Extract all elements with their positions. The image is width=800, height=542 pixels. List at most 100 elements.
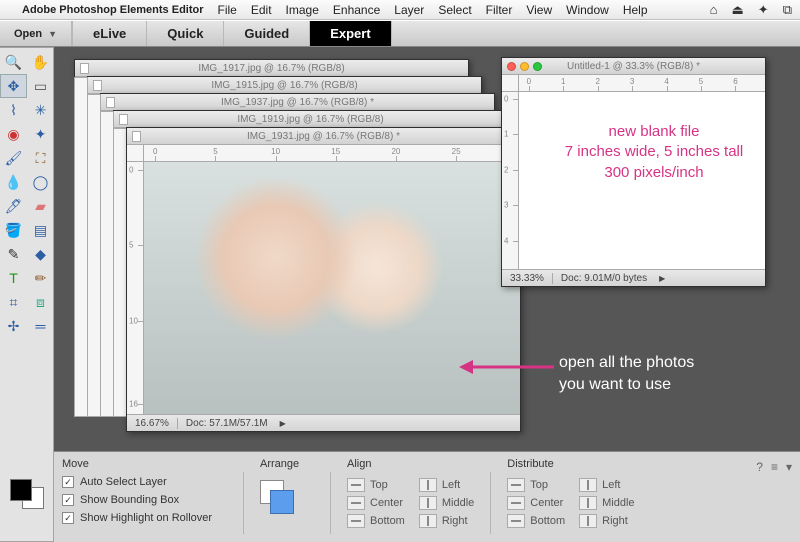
gradient-tool[interactable]: ▤ [27,218,54,242]
sys-icon-1[interactable]: ⏏ [732,2,744,18]
document-title: IMG_1931.jpg @ 16.7% (RGB/8) * [247,131,400,142]
zoom-value[interactable]: 33.33% [502,273,553,284]
canvas-area: IMG_1917.jpg @ 16.7% (RGB/8) IMG_1915.jp… [54,47,800,451]
arrange-button[interactable] [260,480,294,514]
ruler-corner [502,75,519,92]
align-bottom-button[interactable]: Bottom [347,514,405,528]
document-window[interactable]: IMG_1919.jpg @ 16.7% (RGB/8) [113,110,508,128]
close-icon[interactable] [507,62,516,71]
menu-image[interactable]: Image [286,3,319,17]
zoom-icon[interactable] [533,62,542,71]
document-title: Untitled-1 @ 33.3% (RGB/8) * [567,61,700,72]
foreground-color-swatch[interactable] [10,479,32,501]
redeye-tool[interactable]: ◉ [0,122,27,146]
menu-help[interactable]: Help [623,3,648,17]
align-middle-button[interactable]: Middle [419,496,474,510]
toolbox: 🔍 ✋ ✥ ▭ ⌇ ✳ ◉ ✦ 🖌 ⛶ 💧 ◯ 🖊 ▰ 🪣 ▤ ✎ ◆ T ✏ … [0,47,54,542]
recompose-tool[interactable]: ⧈ [27,290,54,314]
sys-icon-2[interactable]: ✦ [758,2,769,18]
eraser-tool[interactable]: ▰ [27,194,54,218]
zoom-tool[interactable]: 🔍 [0,50,27,74]
ruler-horizontal[interactable]: 0 1 2 3 4 5 6 [519,75,765,92]
color-swatches[interactable] [10,479,44,509]
document-window-front[interactable]: IMG_1931.jpg @ 16.7% (RGB/8) * 0 5 10 15… [126,127,521,432]
quick-select-tool[interactable]: ✳ [27,98,54,122]
impressionist-tool[interactable]: 🖊 [0,194,27,218]
eyedropper-tool[interactable]: ✎ [0,242,27,266]
clone-stamp-tool[interactable]: ⛶ [27,146,54,170]
paint-bucket-tool[interactable]: 🪣 [0,218,27,242]
dropbox-icon[interactable]: ⌂ [710,2,718,17]
annotation-open-photos: open all the photos you want to use [559,352,694,395]
align-top-button[interactable]: Top [347,478,405,492]
marquee-tool[interactable]: ▭ [27,74,54,98]
minimize-icon[interactable] [520,62,529,71]
align-right-button[interactable]: Right [419,514,474,528]
document-status-bar: 33.33% Doc: 9.01M/0 bytes ▶ [502,269,765,286]
menu-layer[interactable]: Layer [394,3,424,17]
document-window[interactable]: IMG_1915.jpg @ 16.7% (RGB/8) [87,76,482,94]
blur-tool[interactable]: 💧 [0,170,27,194]
document-window[interactable]: IMG_1917.jpg @ 16.7% (RGB/8) [74,59,469,77]
crop-tool[interactable]: ⌗ [0,290,27,314]
sys-icon-3[interactable]: ⧉ [783,2,792,18]
type-tool[interactable]: T [0,266,27,290]
move-tool[interactable]: ✥ [0,74,27,98]
doc-size-info[interactable]: Doc: 57.1M/57.1M [178,418,276,429]
straighten-tool[interactable]: ═ [27,314,54,338]
brush-tool[interactable]: 🖌 [0,146,27,170]
distribute-right-button[interactable]: Right [579,514,634,528]
tool-options-panel: Move ✓Auto Select Layer ✓Show Bounding B… [54,451,800,542]
ruler-stack-peek [74,77,88,417]
menu-view[interactable]: View [526,3,552,17]
menu-enhance[interactable]: Enhance [333,3,380,17]
menu-edit[interactable]: Edit [251,3,272,17]
sponge-tool[interactable]: ◯ [27,170,54,194]
ruler-stack-peek [100,111,114,417]
show-bounding-box-checkbox[interactable]: ✓Show Bounding Box [62,494,227,506]
align-center-button[interactable]: Center [347,496,405,510]
panel-menu-icon[interactable]: ≡ [771,460,778,474]
menu-window[interactable]: Window [566,3,609,17]
open-button[interactable]: Open ▼ [0,21,72,46]
tab-elive[interactable]: eLive [72,21,146,46]
menu-select[interactable]: Select [438,3,471,17]
ruler-horizontal[interactable]: 0 5 10 15 20 25 30 [144,145,520,162]
annotation-blank-file: new blank file 7 inches wide, 5 inches t… [539,122,769,183]
arrow-right-icon[interactable]: ▶ [280,419,286,428]
ruler-stack-peek [113,128,127,417]
doc-size-info[interactable]: Doc: 9.01M/0 bytes [553,273,655,284]
tab-expert[interactable]: Expert [309,21,390,46]
distribute-bottom-button[interactable]: Bottom [507,514,565,528]
auto-select-layer-checkbox[interactable]: ✓Auto Select Layer [62,476,227,488]
tab-guided[interactable]: Guided [223,21,309,46]
collapse-panel-icon[interactable]: ▾ [786,460,792,474]
arrow-right-icon[interactable]: ▶ [659,274,665,283]
pencil-tool[interactable]: ✏ [27,266,54,290]
content-aware-tool[interactable]: ✢ [0,314,27,338]
menu-file[interactable]: File [218,3,237,17]
lasso-tool[interactable]: ⌇ [0,98,27,122]
tab-quick[interactable]: Quick [146,21,223,46]
document-icon [132,131,141,142]
show-highlight-rollover-checkbox[interactable]: ✓Show Highlight on Rollover [62,512,227,524]
menu-filter[interactable]: Filter [486,3,513,17]
shape-tool[interactable]: ◆ [27,242,54,266]
align-left-button[interactable]: Left [419,478,474,492]
help-icon[interactable]: ? [756,460,763,474]
document-icon [106,97,115,108]
distribute-middle-button[interactable]: Middle [579,496,634,510]
hand-tool[interactable]: ✋ [27,50,54,74]
panel-section-arrange: Arrange [260,458,314,470]
ruler-vertical[interactable]: 0 1 2 3 4 [502,92,519,269]
chevron-down-icon: ▼ [48,29,57,39]
options-bar: Open ▼ eLive Quick Guided Expert [0,20,800,47]
document-window[interactable]: IMG_1937.jpg @ 16.7% (RGB/8) * [100,93,495,111]
distribute-left-button[interactable]: Left [579,478,634,492]
whiten-teeth-tool[interactable]: ✦ [27,122,54,146]
distribute-center-button[interactable]: Center [507,496,565,510]
app-title[interactable]: Adobe Photoshop Elements Editor [22,4,204,16]
distribute-top-button[interactable]: Top [507,478,565,492]
zoom-value[interactable]: 16.67% [127,418,178,429]
ruler-vertical[interactable]: 0 5 10 16 [127,162,144,414]
